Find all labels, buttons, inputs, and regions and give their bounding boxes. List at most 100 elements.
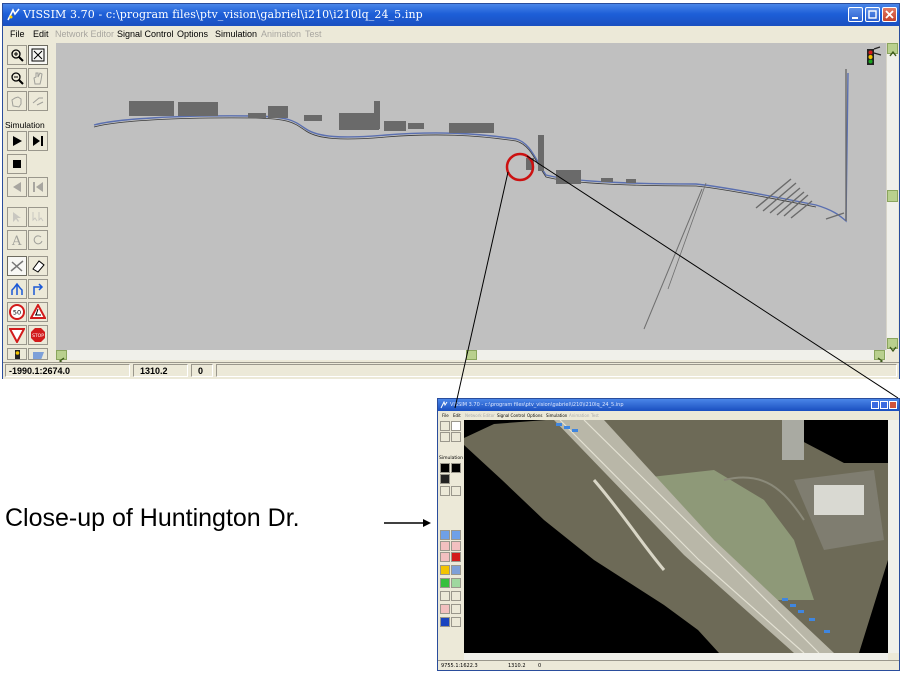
closeup-routes-button[interactable] [451,530,461,540]
closeup-vertical-scrollbar[interactable] [888,420,899,653]
multi-cursor-icon [32,212,44,222]
closeup-stop-sign-button[interactable] [451,552,461,562]
closeup-caption: Close-up of Huntington Dr. [5,504,300,532]
scroll-right-button[interactable] [874,350,885,365]
menu-file[interactable]: File [10,26,25,43]
closeup-menu-options[interactable]: Options [527,411,542,420]
menu-options[interactable]: Options [177,26,208,43]
closeup-zoom-in-button[interactable] [440,421,450,431]
closeup-play-button[interactable] [440,463,450,473]
close-button[interactable] [882,7,897,22]
closeup-zoom-all-button[interactable] [451,421,461,431]
closeup-misc-button-4[interactable] [451,604,461,614]
closeup-light-green-button[interactable] [451,578,461,588]
closeup-routing-button[interactable] [440,530,450,540]
menu-test[interactable]: Test [305,26,322,43]
animation-step-back-button[interactable] [28,177,48,197]
pan-button[interactable] [28,68,48,88]
priority-rules-button[interactable] [7,325,27,345]
label-button[interactable]: A [7,230,27,250]
hscroll-thumb[interactable] [466,350,477,360]
multi-select-button[interactable] [28,207,48,227]
animation-back-button[interactable] [7,177,27,197]
simulation-label: Simulation [5,120,45,130]
reduced-speed-button[interactable] [28,302,48,322]
closeup-green-button[interactable] [440,578,450,588]
closeup-misc-button-1[interactable] [440,591,450,601]
maximize-button[interactable] [865,7,880,22]
routing-button[interactable] [7,279,27,299]
closeup-speed-button[interactable] [440,541,450,551]
scroll-left-button[interactable] [56,350,67,365]
measure-button[interactable] [28,91,48,111]
closeup-stop-button[interactable] [440,474,450,484]
menu-network-editor[interactable]: Network Editor [55,26,114,43]
scroll-thumb[interactable] [887,190,898,202]
rotate-button[interactable] [28,230,48,250]
closeup-menu-animation[interactable]: Animation [569,411,589,420]
scroll-down-button[interactable] [887,338,898,353]
closeup-close-button[interactable] [889,401,897,409]
closeup-menu-signal-control[interactable]: Signal Control [497,411,525,420]
select-button[interactable] [7,207,27,227]
closeup-status-coordinates: 9755.1:1622.3 [441,663,478,669]
signal-heads-button[interactable] [7,348,27,360]
closeup-misc-button-2[interactable] [451,591,461,601]
vertical-scrollbar[interactable] [886,43,898,353]
closeup-title-bar[interactable]: VISSIM 3.70 - c:\program files\ptv_visio… [438,399,899,411]
zoom-out-button[interactable] [7,68,27,88]
routes-button[interactable] [28,279,48,299]
close-icon [885,10,894,19]
closeup-menu-file[interactable]: File [442,411,449,420]
menu-animation[interactable]: Animation [261,26,301,43]
closeup-detector-button[interactable] [451,565,461,575]
closeup-menu-edit[interactable]: Edit [453,411,461,420]
closeup-pan-button[interactable] [451,432,461,442]
simulation-play-button[interactable] [7,131,27,151]
play-icon [13,136,22,146]
closeup-horizontal-scrollbar[interactable] [464,653,888,660]
cross-street [643,188,703,330]
hand-icon [33,72,43,85]
speed-decision-button[interactable]: 50 [7,302,27,322]
menu-edit[interactable]: Edit [33,26,49,43]
minimize-button[interactable] [848,7,863,22]
closeup-step-back-button[interactable] [451,486,461,496]
closeup-status-count: 0 [538,663,542,669]
freeway-link [93,72,849,223]
scroll-up-button[interactable] [887,43,898,57]
closeup-aerial-canvas[interactable] [464,420,888,653]
simulation-stop-button[interactable] [7,154,27,174]
vehicle-inputs-button[interactable] [28,256,48,276]
closeup-signal-button[interactable] [440,565,450,575]
closeup-menu-simulation[interactable]: Simulation [546,411,567,420]
closeup-misc-button-3[interactable] [440,604,450,614]
closeup-misc-button-5[interactable] [451,617,461,627]
detectors-button[interactable] [28,348,48,360]
closeup-minimize-button[interactable] [871,401,879,409]
closeup-step-button[interactable] [451,463,461,473]
closeup-reduced-speed-button[interactable] [451,541,461,551]
network-canvas[interactable] [56,43,886,350]
closeup-maximize-button[interactable] [880,401,888,409]
stop-signs-button[interactable]: STOP [28,325,48,345]
grab-button[interactable] [7,91,27,111]
closeup-menu-test[interactable]: Test [591,411,599,420]
zoom-in-button[interactable] [7,45,27,65]
status-message-area [216,364,897,377]
vissim-main-window: VISSIM 3.70 - c:\program files\ptv_visio… [2,3,900,379]
closeup-priority-button[interactable] [440,552,450,562]
menu-signal-control[interactable]: Signal Control [117,26,174,43]
simulation-step-button[interactable] [28,131,48,151]
signal-control-icon[interactable] [860,45,882,67]
closeup-parking-button[interactable] [440,617,450,627]
closeup-back-button[interactable] [440,486,450,496]
closeup-menu-network-editor[interactable]: Network Editor [465,411,495,420]
menu-simulation[interactable]: Simulation [215,26,257,43]
closeup-zoom-out-button[interactable] [440,432,450,442]
zoom-all-button[interactable] [28,45,48,65]
title-bar[interactable]: VISSIM 3.70 - c:\program files\ptv_visio… [3,4,899,26]
horizontal-scrollbar[interactable] [56,350,886,365]
pointing-hand-icon [32,97,44,106]
links-button[interactable] [7,256,27,276]
